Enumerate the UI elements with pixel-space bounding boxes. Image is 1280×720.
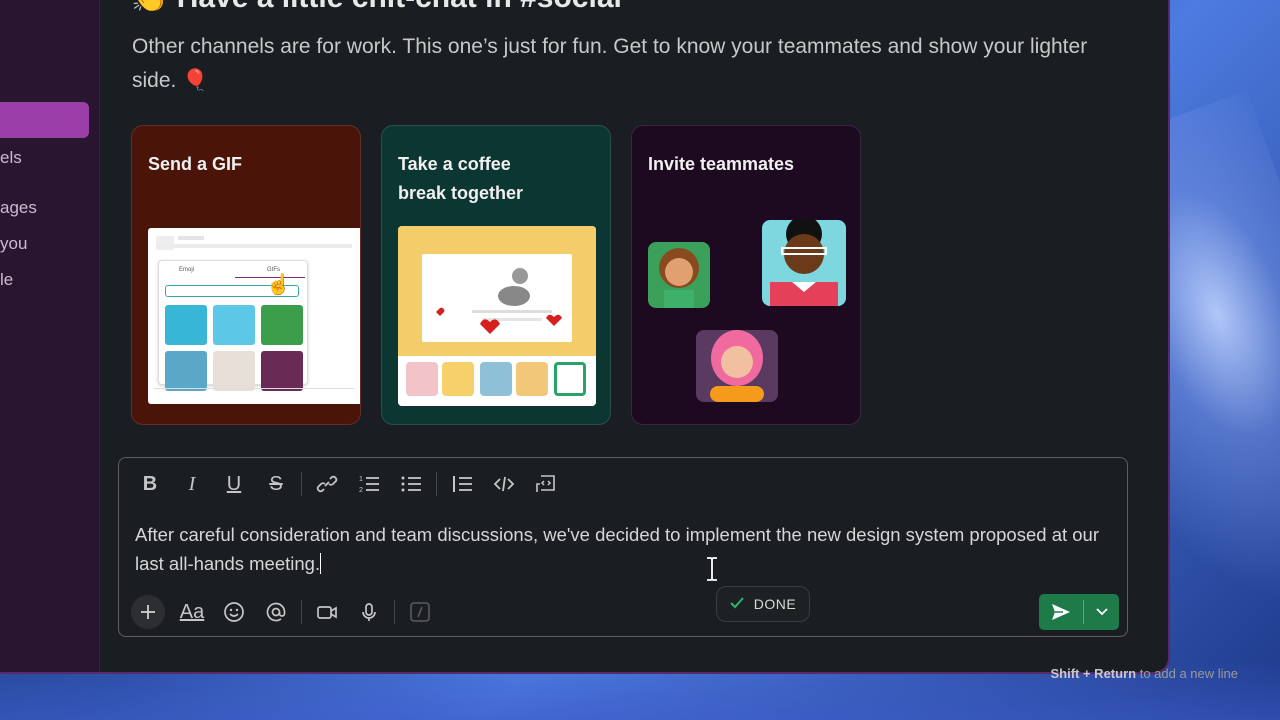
card-title: Take a coffee break together bbox=[398, 154, 524, 203]
done-button[interactable]: DONE bbox=[716, 586, 810, 622]
italic-icon[interactable]: I bbox=[171, 468, 213, 500]
app-window: els ages you le 👏 Have a little chit-cha… bbox=[0, 0, 1170, 674]
formatting-toolbar: B I U S 12 bbox=[129, 468, 567, 500]
ordered-list-icon[interactable]: 12 bbox=[348, 468, 390, 500]
video-icon[interactable] bbox=[306, 594, 348, 630]
code-icon[interactable] bbox=[483, 468, 525, 500]
send-button[interactable] bbox=[1039, 594, 1083, 630]
channel-intro-title: 👏 Have a little chit-chat in #social bbox=[131, 0, 622, 15]
formatting-toggle-button[interactable]: Aa bbox=[171, 594, 213, 630]
card-title: Send a GIF bbox=[148, 154, 243, 174]
hand-cursor-icon: ☝ bbox=[266, 274, 291, 296]
card-coffee-break[interactable]: Take a coffee break together bbox=[381, 125, 611, 425]
send-button-group bbox=[1039, 594, 1119, 630]
card-title: Invite teammates bbox=[648, 154, 795, 174]
blockquote-icon[interactable] bbox=[441, 468, 483, 500]
text-cursor-icon bbox=[707, 557, 717, 581]
channel-intro-description: Other channels are for work. This one’s … bbox=[132, 35, 1088, 92]
card-invite-teammates[interactable]: Invite teammates bbox=[631, 125, 861, 425]
message-composer: B I U S 12 After careful consideration a… bbox=[118, 457, 1128, 637]
message-input-text: After careful consideration and team dis… bbox=[135, 524, 1099, 574]
hint-text: to add a new line bbox=[1139, 666, 1238, 681]
message-input[interactable]: After careful consideration and team dis… bbox=[135, 520, 1125, 578]
microphone-icon[interactable] bbox=[348, 594, 390, 630]
gif-tab-emoji: Emoji bbox=[179, 267, 195, 273]
bold-icon[interactable]: B bbox=[129, 468, 171, 500]
link-icon[interactable] bbox=[306, 468, 348, 500]
strikethrough-icon[interactable]: S bbox=[255, 468, 297, 500]
sidebar-item-you[interactable]: you bbox=[0, 234, 27, 254]
emoji-icon[interactable] bbox=[213, 594, 255, 630]
check-icon bbox=[730, 596, 744, 612]
avatar bbox=[762, 220, 846, 306]
text-caret bbox=[320, 553, 322, 574]
code-block-icon[interactable] bbox=[525, 468, 567, 500]
sidebar-item-people[interactable]: le bbox=[0, 270, 13, 290]
avatar bbox=[696, 330, 778, 402]
hint-keys: Shift + Return bbox=[1050, 666, 1137, 681]
card-send-gif[interactable]: Send a GIF Emoji GIFs ☝ bbox=[131, 125, 361, 425]
chevron-down-icon[interactable] bbox=[1084, 594, 1119, 630]
underline-icon[interactable]: U bbox=[213, 468, 255, 500]
mention-icon[interactable] bbox=[255, 594, 297, 630]
slash-command-icon[interactable] bbox=[399, 594, 441, 630]
newline-hint: Shift + Return to add a new line bbox=[1050, 666, 1238, 681]
gif-illustration: Emoji GIFs ☝ bbox=[148, 228, 360, 404]
bulleted-list-icon[interactable] bbox=[390, 468, 432, 500]
sidebar-item-channels[interactable]: els bbox=[0, 148, 22, 168]
svg-text:1: 1 bbox=[359, 476, 363, 483]
sidebar-active-item[interactable] bbox=[0, 102, 89, 138]
done-label: DONE bbox=[753, 596, 797, 612]
composer-actions: Aa bbox=[131, 594, 441, 630]
coffee-illustration bbox=[398, 226, 596, 406]
sidebar: els ages you le bbox=[0, 0, 100, 672]
sidebar-item-messages[interactable]: ages bbox=[0, 198, 37, 218]
plus-icon[interactable] bbox=[131, 595, 165, 629]
channel-main: 👏 Have a little chit-chat in #social Oth… bbox=[101, 0, 1168, 672]
avatar bbox=[648, 242, 710, 308]
svg-text:2: 2 bbox=[359, 487, 363, 494]
